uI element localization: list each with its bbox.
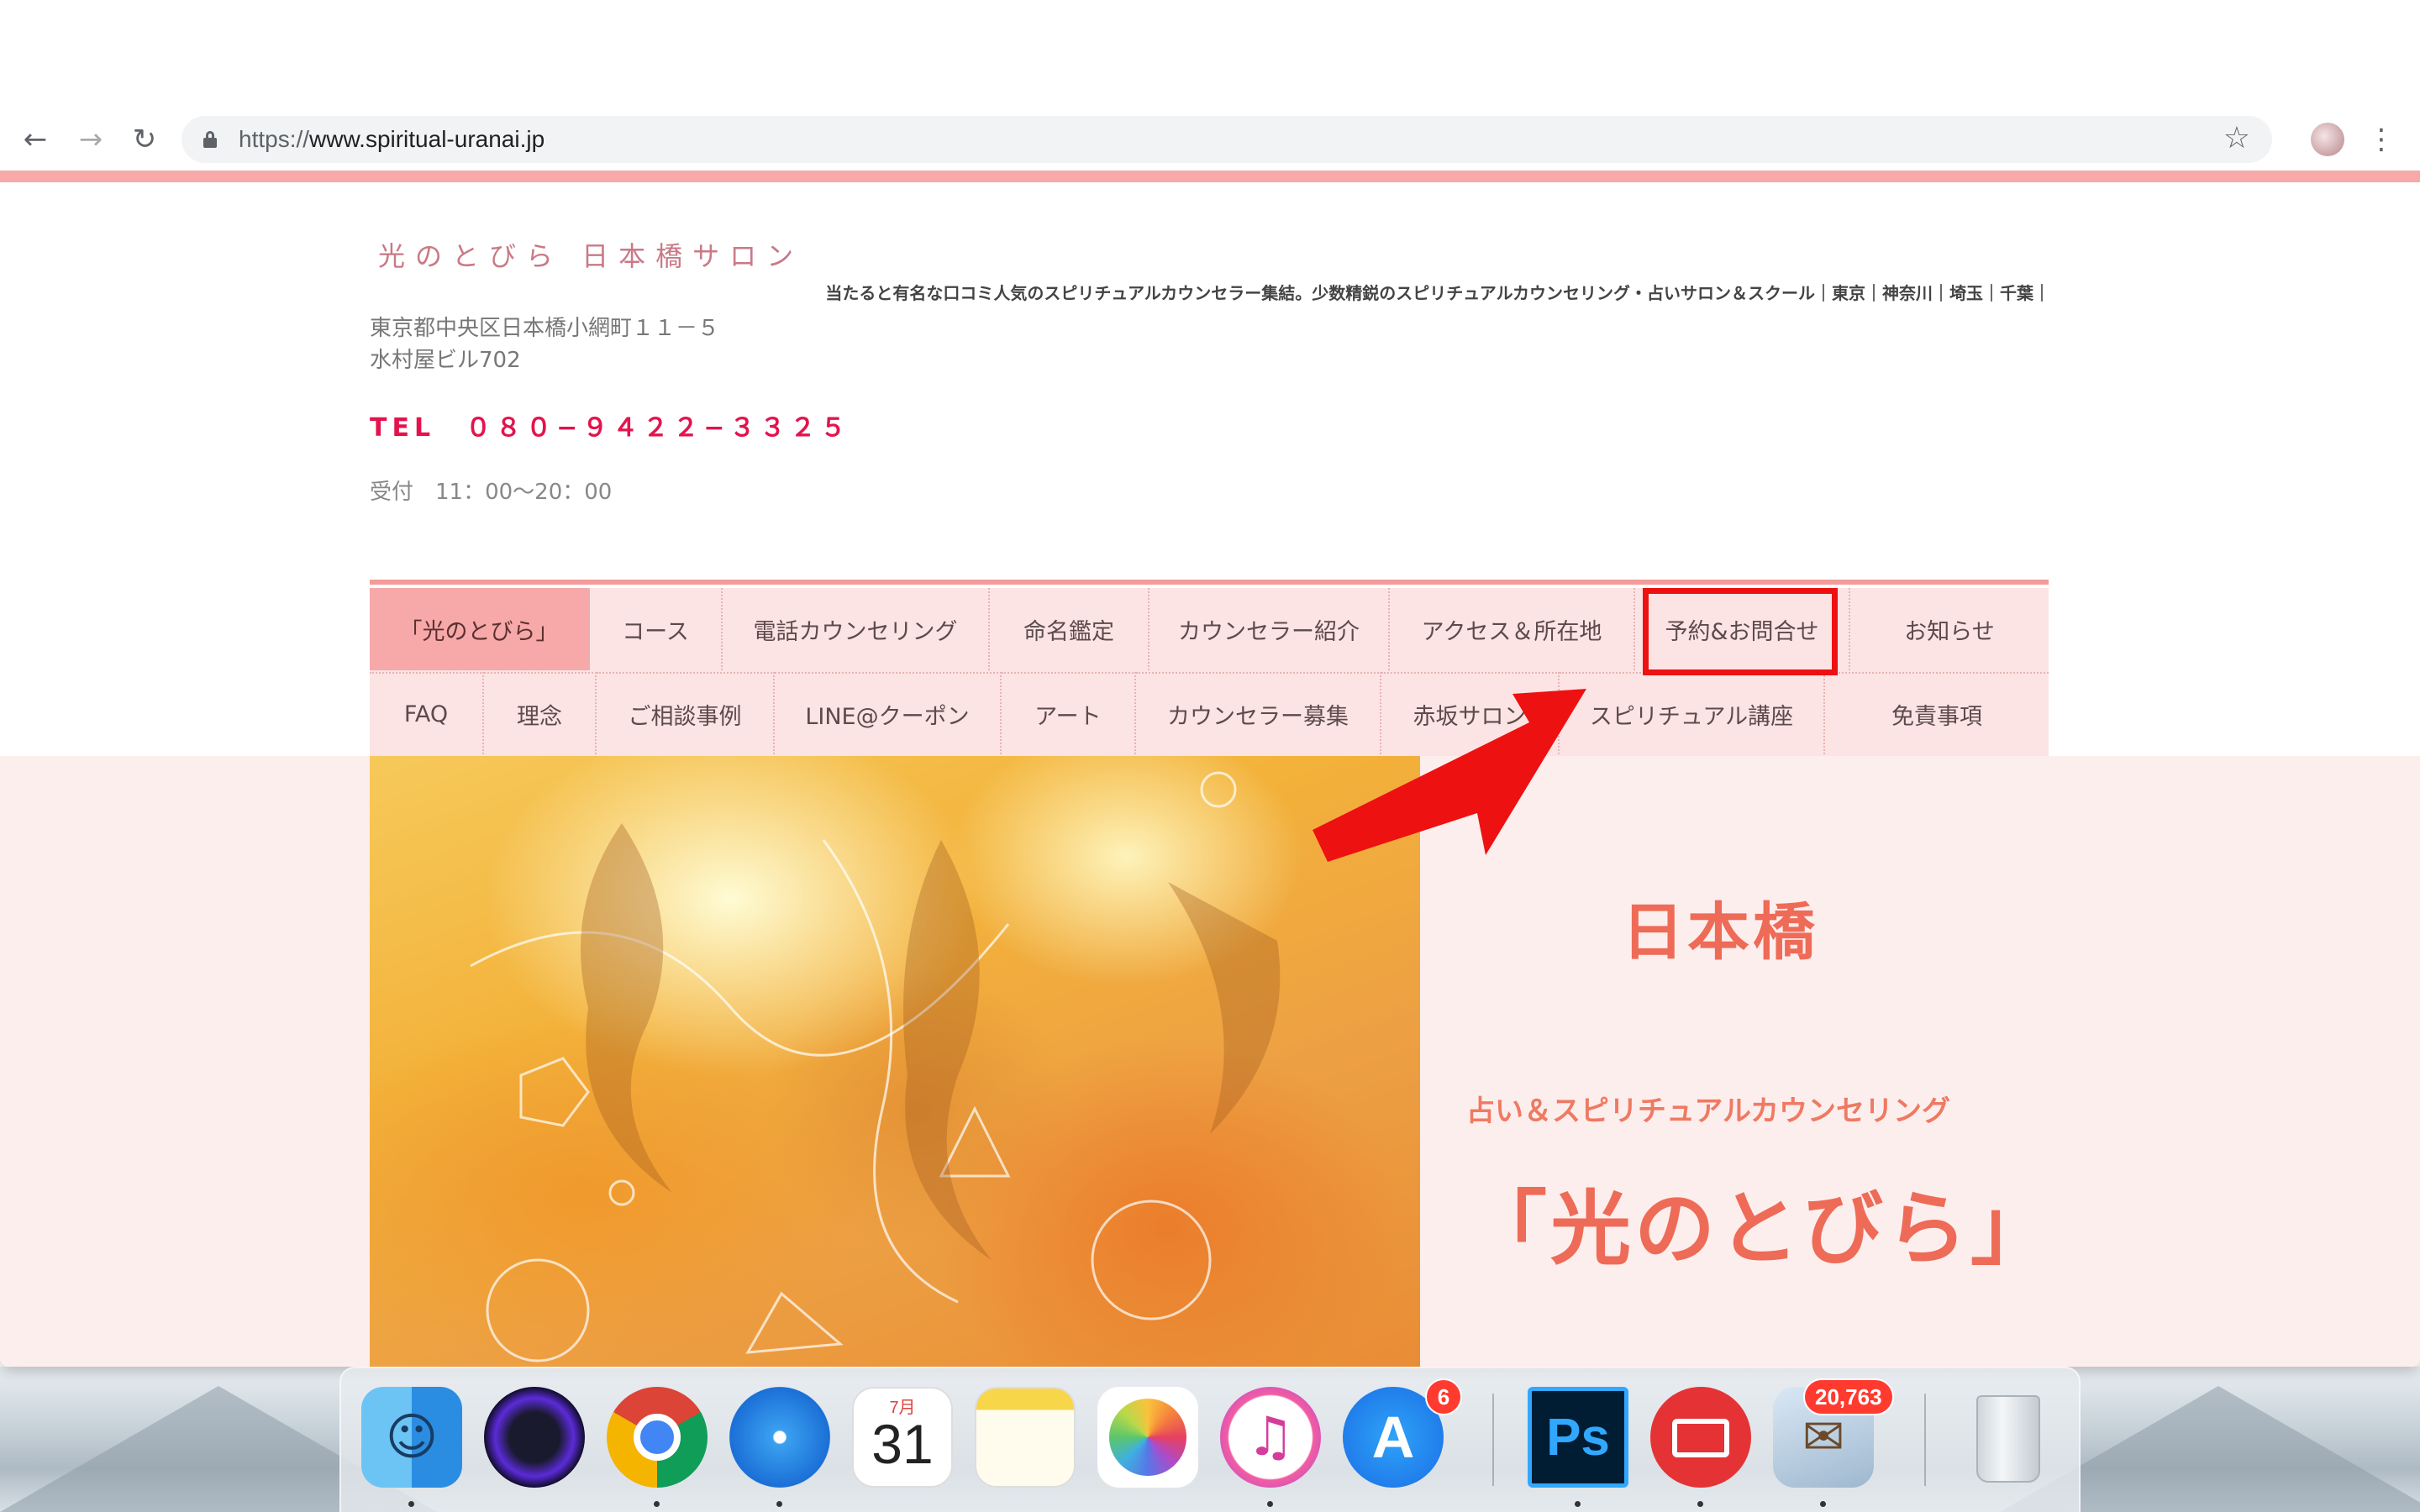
nav-item-faq[interactable]: FAQ [370,672,484,754]
trash-icon[interactable] [1958,1387,2059,1488]
photoshop-icon[interactable]: Ps [1528,1387,1628,1488]
mail-badge: 20,763 [1803,1378,1894,1415]
reload-button[interactable]: ↻ [126,121,163,158]
nav-top-border [370,580,2049,585]
nav-item-naming[interactable]: 命名鑑定 [990,588,1150,670]
dock-separator [1492,1394,1494,1486]
nav-row: FAQ 理念 ご相談事例 LINE@クーポン アート カウンセラー募集 赤坂サロ… [370,672,2049,754]
nav-item-course[interactable]: コース [590,588,723,670]
running-indicator [408,1501,414,1507]
chrome-icon[interactable] [607,1387,708,1488]
arrow-right-icon: → [78,123,103,156]
url-text[interactable]: https://www.spiritual-uranai.jp [239,124,544,155]
finder-icon[interactable]: ☺ [361,1387,462,1488]
photos-icon[interactable] [1097,1387,1198,1488]
hero-subtitle: 占い＆スピリチュアルカウンセリング [1466,1095,1950,1128]
macos-dock: ☺ 7月 31 ♫ A 6 Ps ✉ 20,763 [339,1367,2081,1512]
nav-item-philosophy[interactable]: 理念 [484,672,597,754]
hero-artwork-image [370,756,1420,1367]
nav-item-art[interactable]: アート [1002,672,1136,754]
running-indicator [654,1501,660,1507]
nav-item-disclaimer[interactable]: 免責事項 [1825,672,2049,754]
nav-item-phone-counseling[interactable]: 電話カウンセリング [723,588,990,670]
running-indicator [776,1501,782,1507]
itunes-icon[interactable]: ♫ [1220,1387,1321,1488]
site-top-bar [0,171,2420,182]
bookmark-star-icon[interactable]: ☆ [2223,121,2250,155]
address-line: 水村屋ビル702 [370,348,521,373]
business-hours: 受付 11：00〜20：00 [370,480,613,505]
nav-item-news[interactable]: お知らせ [1850,588,2049,670]
lock-icon[interactable] [203,131,217,148]
running-indicator [1697,1501,1703,1507]
safari-icon[interactable] [729,1387,830,1488]
artwork-decoration [470,771,1281,1362]
hero-place-heading: 日本橋 [1622,896,1818,969]
running-indicator [1267,1501,1273,1507]
running-indicator [1575,1501,1581,1507]
app-store-badge: 6 [1425,1378,1462,1415]
running-indicator [1820,1501,1826,1507]
arrow-left-icon: ← [23,123,48,156]
phone-number[interactable]: TEL ０８０−９４２２−３３２５ [370,407,850,444]
annotation-arrow-icon [1313,689,1586,862]
address-bar[interactable]: https://www.spiritual-uranai.jp ☆ [182,116,2272,163]
address-block: 東京都中央区日本橋小網町１１－５ 水村屋ビル702 [370,312,719,376]
siri-icon[interactable] [484,1387,585,1488]
dock-separator [1924,1394,1926,1486]
kebab-menu-icon[interactable]: ⋮ [2367,121,2396,158]
nav-item-line-coupon[interactable]: LINE@クーポン [775,672,1002,754]
site-logo[interactable]: 光のとびら 日本橋サロン [378,235,803,274]
nav-item-home[interactable]: 「光のとびら」 [370,588,590,670]
reload-icon: ↻ [132,123,157,156]
hero-title: 「光のとびら」 [1466,1182,2054,1276]
back-button[interactable]: ← [17,121,54,158]
browser-window: ← → ↻ https://www.spiritual-uranai.jp ☆ … [0,0,2420,1367]
profile-avatar[interactable] [2311,123,2344,156]
notes-icon[interactable] [975,1387,1076,1488]
site-tagline: 当たると有名な口コミ人気のスピリチュアルカウンセラー集結。少数精鋭のスピリチュア… [825,283,2050,303]
annotation-highlight-box [1643,588,1838,675]
address-line: 東京都中央区日本橋小網町１１－５ [370,316,720,341]
nav-item-cases[interactable]: ご相談事例 [597,672,775,754]
browser-toolbar: ← → ↻ https://www.spiritual-uranai.jp ☆ … [0,109,2420,170]
calendar-icon[interactable]: 7月 31 [852,1387,953,1488]
forward-button[interactable]: → [72,121,109,158]
mail-client-icon[interactable] [1650,1387,1751,1488]
calendar-day: 31 [871,1413,934,1475]
